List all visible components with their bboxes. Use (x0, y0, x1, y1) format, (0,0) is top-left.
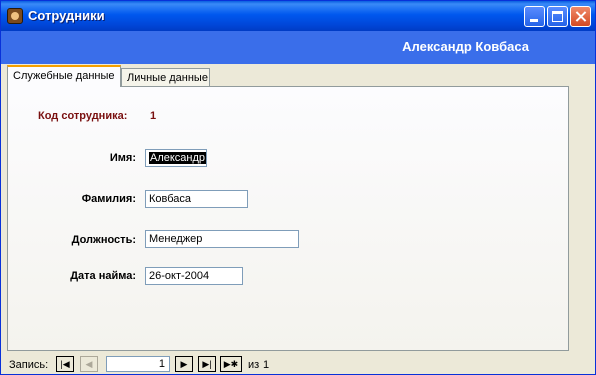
employees-form-window: Сотрудники Александр Ковбаса Служебные д… (0, 0, 596, 375)
current-record-input[interactable]: 1 (106, 356, 170, 372)
prev-record-button[interactable]: ◀ (80, 356, 98, 372)
last-record-icon: ▶| (202, 359, 212, 369)
total-records: 1 (263, 359, 270, 371)
of-label: из (248, 359, 260, 371)
employee-id-label: Код сотрудника: (38, 110, 128, 122)
tab-service-data[interactable]: Служебные данные (7, 65, 121, 87)
hire-date-label: Дата найма: (70, 270, 136, 282)
last-record-button[interactable]: ▶| (198, 356, 216, 372)
first-record-button[interactable]: |◀ (56, 356, 74, 372)
hire-date-field[interactable]: 26-окт-2004 (145, 267, 243, 285)
position-label: Должность: (71, 234, 136, 246)
first-name-field[interactable]: Александр (145, 149, 207, 167)
tab-panel-service-data: Код сотрудника: 1 Имя: Александр Фамилия… (7, 86, 569, 351)
first-record-icon: |◀ (60, 359, 70, 369)
maximize-button[interactable] (547, 6, 568, 27)
form-header: Александр Ковбаса (1, 31, 595, 64)
close-button[interactable] (570, 6, 591, 27)
title-bar[interactable]: Сотрудники (1, 1, 595, 31)
last-name-field[interactable]: Ковбаса (145, 190, 248, 208)
record-navigation: Запись: |◀ ◀ 1 ▶ ▶| ▶✱ из 1 (1, 355, 595, 375)
last-name-label: Фамилия: (81, 193, 136, 205)
first-name-selected-text: Александр (149, 152, 206, 164)
record-label: Запись: (9, 359, 49, 371)
window-title: Сотрудники (28, 8, 105, 23)
employee-full-name: Александр Ковбаса (402, 39, 529, 54)
minimize-button[interactable] (524, 6, 545, 27)
new-record-button[interactable]: ▶✱ (220, 356, 242, 372)
prev-record-icon: ◀ (85, 359, 93, 369)
position-field[interactable]: Менеджер (145, 230, 299, 248)
next-record-icon: ▶ (180, 359, 188, 369)
new-record-icon: ▶✱ (223, 359, 239, 369)
access-form-icon[interactable] (7, 8, 23, 24)
tab-personal-data[interactable]: Личные данные (121, 68, 210, 86)
first-name-label: Имя: (109, 152, 136, 164)
employee-id-value: 1 (150, 110, 157, 122)
next-record-button[interactable]: ▶ (175, 356, 193, 372)
